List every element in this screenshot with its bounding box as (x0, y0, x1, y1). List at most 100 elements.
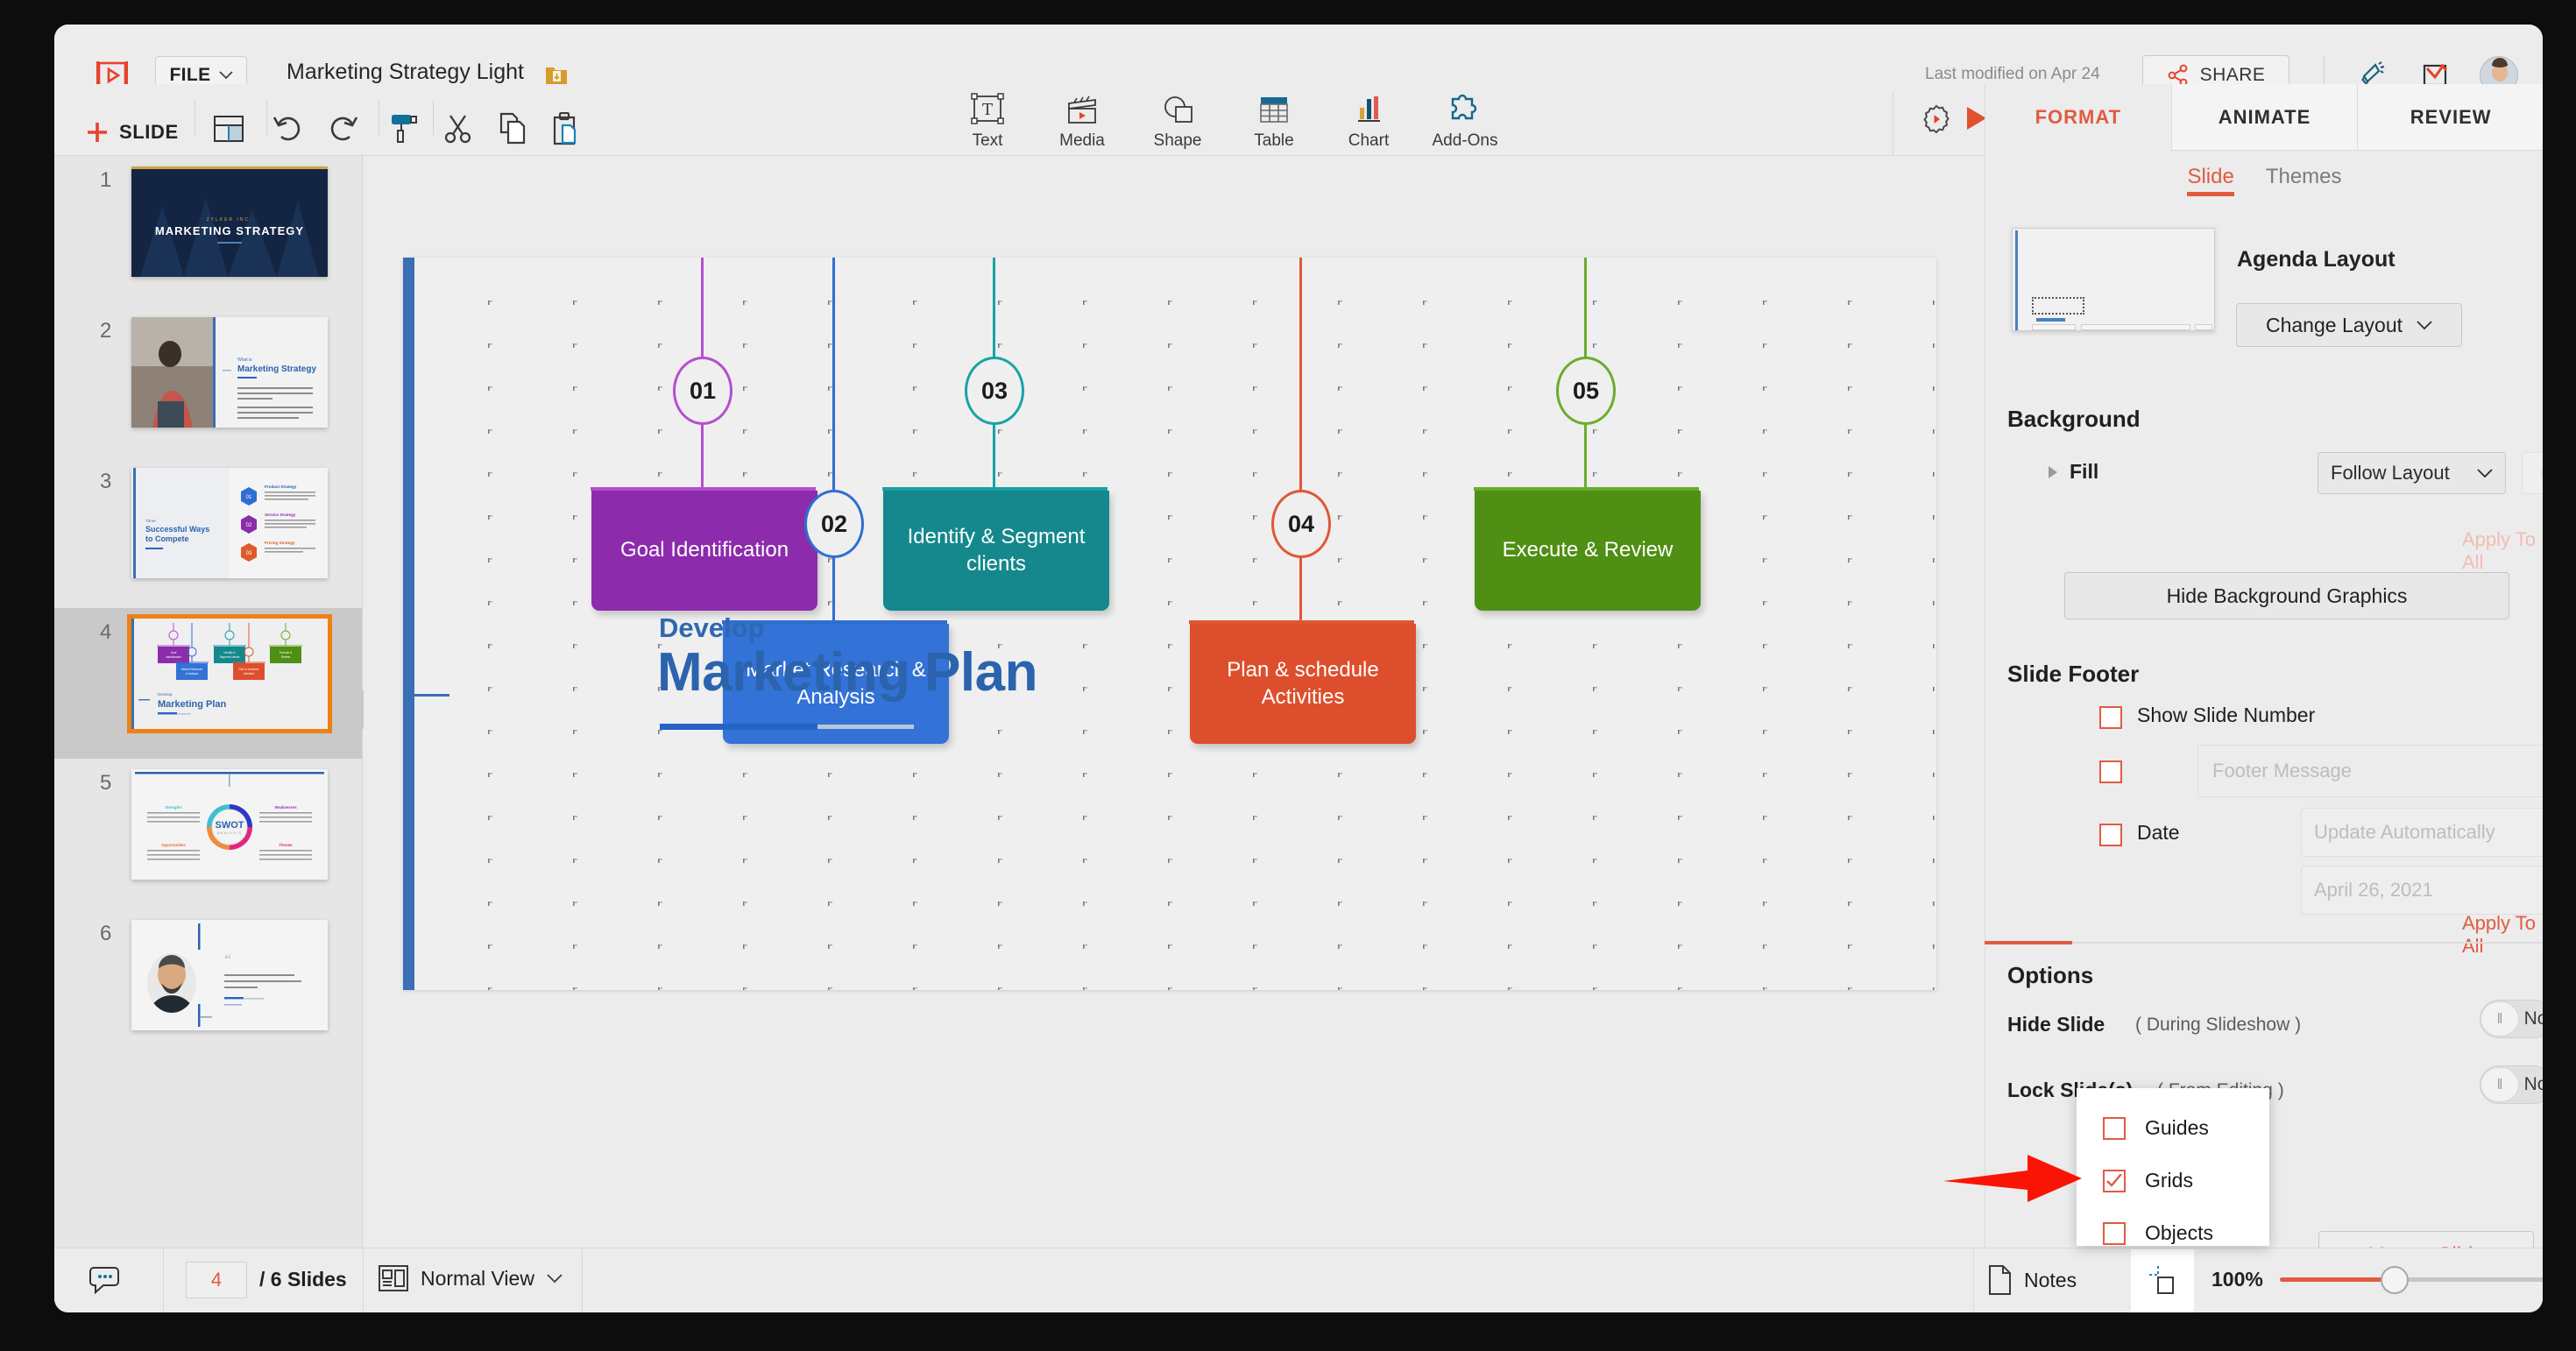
subtab-slide[interactable]: Slide (2187, 165, 2233, 196)
tool-addons-label: Add-Ons (1433, 131, 1498, 151)
fill-color-swatch-button[interactable] (2522, 452, 2543, 494)
slide-thumb-6[interactable]: 6 “ (54, 918, 363, 1065)
slide-thumb-3[interactable]: 3 Three Successful Ways to Compete 01 02 (54, 466, 363, 613)
step-03-badge: 03 (965, 357, 1024, 425)
change-layout-button[interactable]: Change Layout (2236, 303, 2462, 347)
show-slide-number-checkbox[interactable] (2099, 706, 2122, 729)
grid-toggle-button[interactable] (2131, 1249, 2194, 1312)
hide-background-graphics-button[interactable]: Hide Background Graphics (2064, 572, 2509, 619)
current-page-input[interactable]: 4 (186, 1262, 247, 1298)
chevron-down-icon (2417, 321, 2432, 330)
svg-text:Marketing Strategy: Marketing Strategy (237, 364, 316, 374)
lock-slide-toggle-value: No (2519, 1074, 2543, 1095)
svg-text:Identification: Identification (166, 655, 181, 659)
slide-thumb-2[interactable]: 2 What is Marketing Strategy (54, 315, 363, 463)
popup-item-objects[interactable]: Objects (2103, 1221, 2213, 1245)
slide-kicker[interactable]: Develop (659, 612, 765, 644)
redo-icon[interactable] (326, 114, 359, 148)
gear-icon[interactable] (1921, 103, 1952, 135)
notes-button[interactable]: Notes (1987, 1265, 2077, 1295)
date-value-dropdown[interactable]: April 26, 2021 (2301, 866, 2543, 915)
fill-label: Fill (2070, 460, 2098, 484)
copy-icon[interactable] (498, 112, 527, 150)
slide-number-2: 2 (100, 319, 111, 343)
footer-apply-to-all[interactable]: Apply To All (2462, 912, 2543, 958)
paste-icon[interactable] (550, 112, 580, 150)
layout-preview-card[interactable] (2012, 228, 2215, 331)
tool-table[interactable]: Table (1221, 91, 1327, 154)
format-panel-tabs: FORMAT ANIMATE REVIEW (1985, 84, 2543, 151)
options-section-divider (2072, 942, 2543, 944)
step-01-box[interactable]: Goal Identification (591, 491, 817, 611)
guides-checkbox[interactable] (2103, 1117, 2126, 1140)
plus-icon (84, 119, 110, 145)
step-03-box[interactable]: Identify & Segment clients (883, 491, 1109, 611)
grids-checkbox[interactable] (2103, 1170, 2126, 1192)
document-title[interactable]: Marketing Strategy Light (287, 60, 524, 85)
format-painter-icon[interactable] (389, 112, 419, 150)
step-03-line-bottom (993, 422, 995, 489)
view-mode-selector[interactable]: Normal View (379, 1265, 563, 1291)
slide-title[interactable]: Marketing Plan (657, 641, 1037, 704)
svg-text:Strengths: Strengths (165, 805, 182, 810)
zoom-slider-knob[interactable] (2381, 1266, 2409, 1294)
shape-icon (1159, 91, 1196, 128)
add-slide-button[interactable]: SLIDE (84, 119, 179, 145)
view-options-popup[interactable]: Guides Grids Objects (2077, 1088, 2269, 1246)
slide-preview-1[interactable]: ZYLKER INC. MARKETING STRATEGY (131, 166, 328, 277)
puzzle-icon (1447, 91, 1483, 128)
slide-thumb-5[interactable]: 5 SWOT ANALYSIS Strengths Weaknesses (54, 767, 363, 915)
step-02-badge: 02 (804, 490, 864, 558)
slide-preview-3[interactable]: Three Successful Ways to Compete 01 02 0… (131, 468, 328, 578)
date-mode-dropdown[interactable]: Update Automatically (2301, 808, 2543, 857)
popup-item-grids[interactable]: Grids (2103, 1169, 2193, 1192)
step-05-box[interactable]: Execute & Review (1475, 491, 1701, 611)
chevron-down-icon (547, 1274, 563, 1284)
tool-text[interactable]: T Text (935, 91, 1040, 154)
tab-review[interactable]: REVIEW (2357, 84, 2543, 151)
hide-slide-toggle-knob: ‖ (2480, 1001, 2519, 1036)
slide-thumb-1[interactable]: 1 ZYLKER INC. MARKETING STRATEGY (54, 165, 363, 312)
slide-preview-5[interactable]: SWOT ANALYSIS Strengths Weaknesses Oppor… (131, 769, 328, 880)
footer-message-input[interactable]: Footer Message (2197, 745, 2543, 797)
background-apply-to-all[interactable]: Apply To All (2462, 528, 2543, 574)
last-modified-text: Last modified on Apr 24 (1925, 65, 2100, 84)
hide-slide-toggle[interactable]: ‖ No (2480, 1000, 2543, 1038)
step-02-line-bottom (832, 555, 835, 622)
tool-shape[interactable]: Shape (1125, 91, 1230, 154)
popup-item-guides[interactable]: Guides (2103, 1116, 2209, 1140)
slide-preview-6[interactable]: “ (131, 920, 328, 1030)
tab-format[interactable]: FORMAT (1985, 84, 2171, 151)
date-value: April 26, 2021 (2314, 879, 2543, 902)
fill-dropdown[interactable]: Follow Layout (2318, 452, 2506, 494)
cut-icon[interactable] (443, 114, 475, 148)
step-04-box[interactable]: Plan & schedule Activities (1190, 624, 1416, 744)
options-heading: Options (2007, 962, 2093, 989)
slide-thumb-4[interactable]: 4 Goal Identification Market Research & … (54, 608, 363, 759)
tool-addons[interactable]: Add-Ons (1412, 91, 1518, 154)
grid-overlay (403, 258, 1936, 990)
undo-icon[interactable] (272, 114, 305, 148)
lock-slide-toggle[interactable]: ‖ No (2480, 1065, 2543, 1104)
tool-media[interactable]: Media (1030, 91, 1135, 154)
slides-panel[interactable]: 1 ZYLKER INC. MARKETING STRATEGY 2 (54, 156, 363, 1248)
date-checkbox[interactable] (2099, 824, 2122, 846)
slide-layout-icon[interactable] (214, 116, 244, 146)
slide-editor[interactable]: 01 Goal Identification 02 Market Researc… (403, 258, 1936, 990)
subtab-slide-label: Slide (2187, 165, 2233, 188)
layout-preview-block-3 (2195, 324, 2212, 330)
view-mode-label: Normal View (421, 1267, 534, 1291)
slide-preview-2[interactable]: What is Marketing Strategy (131, 317, 328, 428)
slide-canvas-area[interactable]: 01 Goal Identification 02 Market Researc… (364, 156, 1984, 1248)
tool-chart[interactable]: Chart (1316, 91, 1421, 154)
subtab-themes[interactable]: Themes (2266, 165, 2342, 196)
footer-message-checkbox[interactable] (2099, 760, 2122, 783)
format-subtabs: Slide Themes (1985, 156, 2543, 205)
slide-preview-4[interactable]: Goal Identification Market Research & An… (131, 619, 328, 729)
tab-animate[interactable]: ANIMATE (2171, 84, 2358, 151)
comments-icon[interactable] (89, 1265, 124, 1298)
application-window: FILE Marketing Strategy Light Last modif… (0, 0, 2576, 1351)
fill-expand-triangle-icon[interactable] (2046, 464, 2060, 485)
objects-checkbox[interactable] (2103, 1222, 2126, 1245)
svg-text:to Compete: to Compete (145, 534, 189, 543)
